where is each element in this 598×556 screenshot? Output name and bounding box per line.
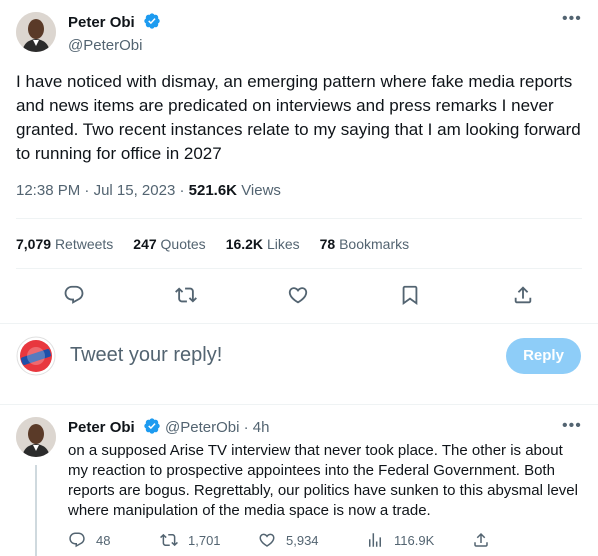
reply-text: on a supposed Arise TV interview that ne… <box>68 442 578 519</box>
tweet-stats: 7,079 Retweets 247 Quotes 16.2K Likes 78… <box>16 236 409 252</box>
tweet-time[interactable]: 12:38 PM <box>16 182 80 199</box>
reply-author-handle[interactable]: @PeterObi <box>165 419 239 436</box>
reply-author-avatar[interactable] <box>16 417 56 457</box>
tweet-text: I have noticed with dismay, an emerging … <box>16 72 581 163</box>
likes-label: Likes <box>266 236 300 252</box>
likes-stat[interactable]: 16.2K Likes <box>226 236 300 252</box>
reply-views-count: 116.9K <box>394 532 435 548</box>
retweets-count: 7,079 <box>16 236 52 252</box>
author-block: Peter Obi @PeterObi <box>68 12 161 54</box>
retweets-stat[interactable]: 7,079 Retweets <box>16 236 113 252</box>
more-icon[interactable]: ••• <box>562 417 582 435</box>
reply-icon <box>69 532 85 548</box>
share-icon[interactable] <box>512 284 534 306</box>
heart-icon[interactable] <box>287 284 309 306</box>
reply-time[interactable]: 4h <box>253 419 270 436</box>
reply-views-action[interactable]: 116.9K <box>366 531 434 549</box>
reply-retweet-action[interactable]: 1,701 <box>160 531 221 549</box>
reply-reply-action[interactable]: 48 <box>68 531 110 549</box>
bookmark-icon[interactable] <box>399 284 421 306</box>
thread-line <box>35 465 37 556</box>
reply-retweets-count: 1,701 <box>188 532 221 548</box>
reply-icon[interactable] <box>63 284 85 306</box>
share-icon <box>474 532 488 547</box>
bookmarks-label: Bookmarks <box>339 236 410 252</box>
reply-actions: 48 1,701 5,934 116.9K <box>68 531 508 551</box>
user-avatar[interactable] <box>16 336 56 376</box>
reply-composer: Tweet your reply! Reply <box>0 324 598 404</box>
views-label: Views <box>241 182 281 199</box>
retweets-label: Retweets <box>54 236 114 252</box>
likes-count: 16.2K <box>225 236 264 252</box>
divider <box>16 218 582 219</box>
reply-header: Peter Obi @PeterObi · 4h <box>68 417 269 439</box>
verified-badge-icon <box>143 12 161 35</box>
tweet-meta: 12:38 PM · Jul 15, 2023 · 521.6K Views <box>16 182 281 199</box>
views-count: 521.6K <box>188 182 238 199</box>
verified-badge-icon <box>143 417 161 439</box>
meta-separator: · <box>84 182 94 199</box>
author-handle[interactable]: @PeterObi <box>68 37 161 54</box>
reply-input[interactable]: Tweet your reply! <box>70 344 222 367</box>
reply-replies-count: 48 <box>96 532 111 548</box>
meta-separator: · <box>179 182 189 199</box>
reply-separator: · <box>243 419 253 436</box>
reply-tweet[interactable]: Peter Obi @PeterObi · 4h ••• on a suppos… <box>0 405 598 556</box>
tweet-date[interactable]: Jul 15, 2023 <box>94 182 176 199</box>
reply-button[interactable]: Reply <box>506 338 581 374</box>
reply-share-action[interactable] <box>472 531 490 549</box>
divider <box>16 268 582 269</box>
tweet-actions <box>0 284 598 308</box>
views-icon <box>369 533 381 547</box>
author-name[interactable]: Peter Obi <box>68 14 135 31</box>
quotes-label: Quotes <box>160 236 206 252</box>
main-tweet: Peter Obi @PeterObi ••• I have noticed w… <box>0 0 598 323</box>
quotes-count: 247 <box>133 236 157 252</box>
bookmarks-stat[interactable]: 78 Bookmarks <box>320 236 410 252</box>
reply-like-action[interactable]: 5,934 <box>258 531 319 549</box>
retweet-icon[interactable] <box>175 284 197 306</box>
retweet-icon <box>160 533 178 547</box>
more-icon[interactable]: ••• <box>562 10 582 28</box>
bookmarks-count: 78 <box>319 236 336 252</box>
quotes-stat[interactable]: 247 Quotes <box>133 236 205 252</box>
author-avatar[interactable] <box>16 12 56 52</box>
reply-author-name[interactable]: Peter Obi <box>68 419 135 436</box>
reply-likes-count: 5,934 <box>286 532 319 548</box>
heart-icon <box>259 533 275 547</box>
